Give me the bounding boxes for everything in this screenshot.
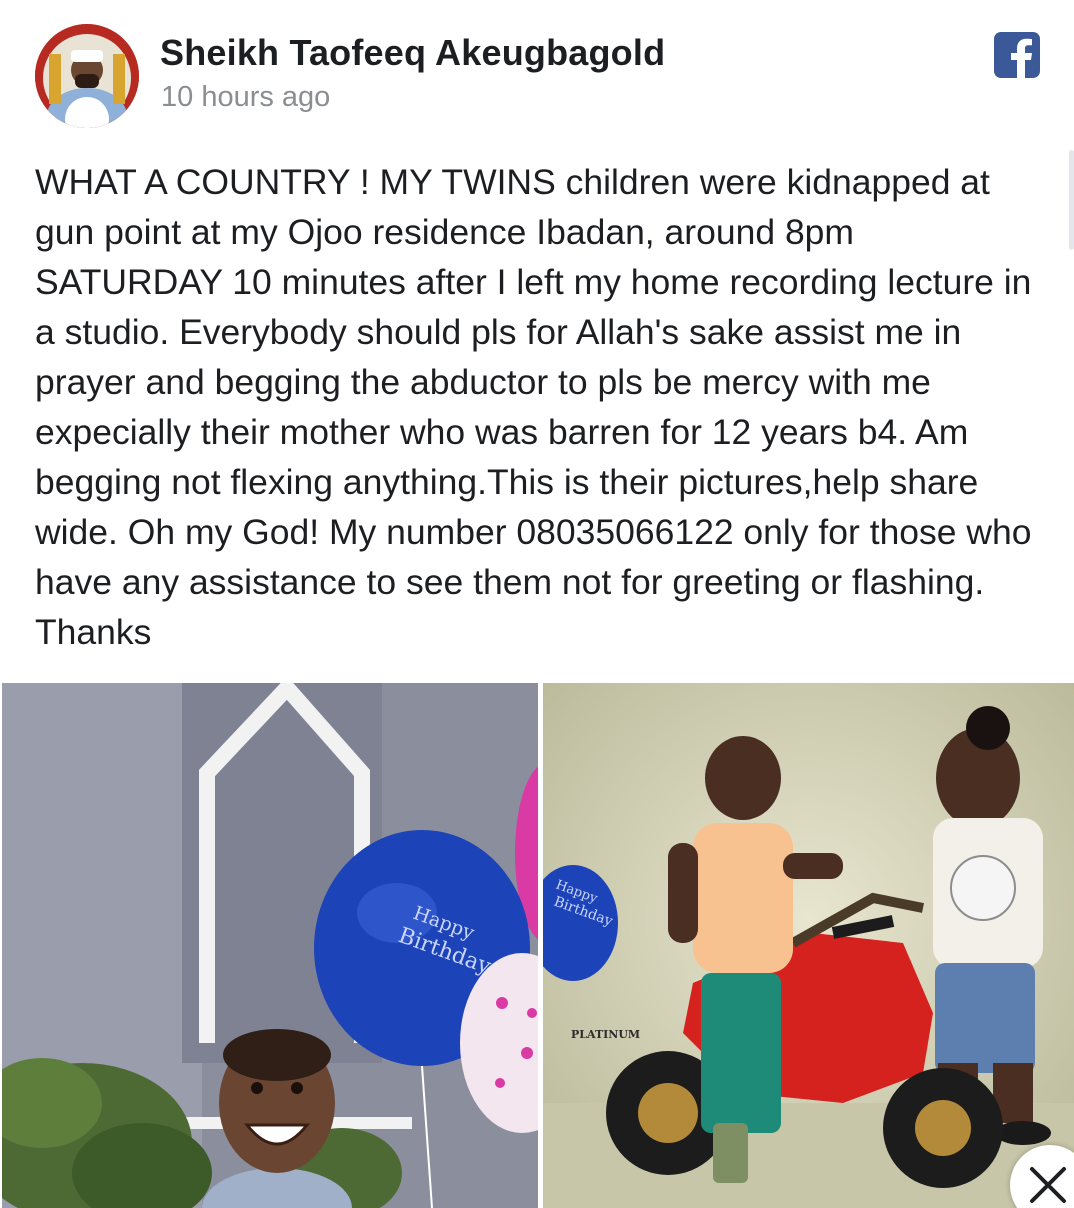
scrollbar[interactable] <box>1069 150 1074 250</box>
close-icon <box>1030 1167 1066 1203</box>
author-avatar[interactable] <box>35 24 139 128</box>
facebook-icon[interactable] <box>994 32 1040 78</box>
facebook-post: Sheikh Taofeeq Akeugbagold 10 hours ago … <box>0 0 1074 1208</box>
photographer-watermark: PLATINUM <box>571 1028 640 1041</box>
photo-left[interactable]: Happy Birthday <box>2 683 538 1208</box>
post-body-text: WHAT A COUNTRY ! MY TWINS children were … <box>35 162 1032 652</box>
post-timestamp[interactable]: 10 hours ago <box>161 81 330 114</box>
author-name[interactable]: Sheikh Taofeeq Akeugbagold <box>160 32 665 74</box>
photo-right[interactable]: Happy Birthday PLATINUM <box>543 683 1074 1208</box>
photo-grid: Happy Birthday Happy Birthday PLATINUM <box>0 683 1074 1208</box>
